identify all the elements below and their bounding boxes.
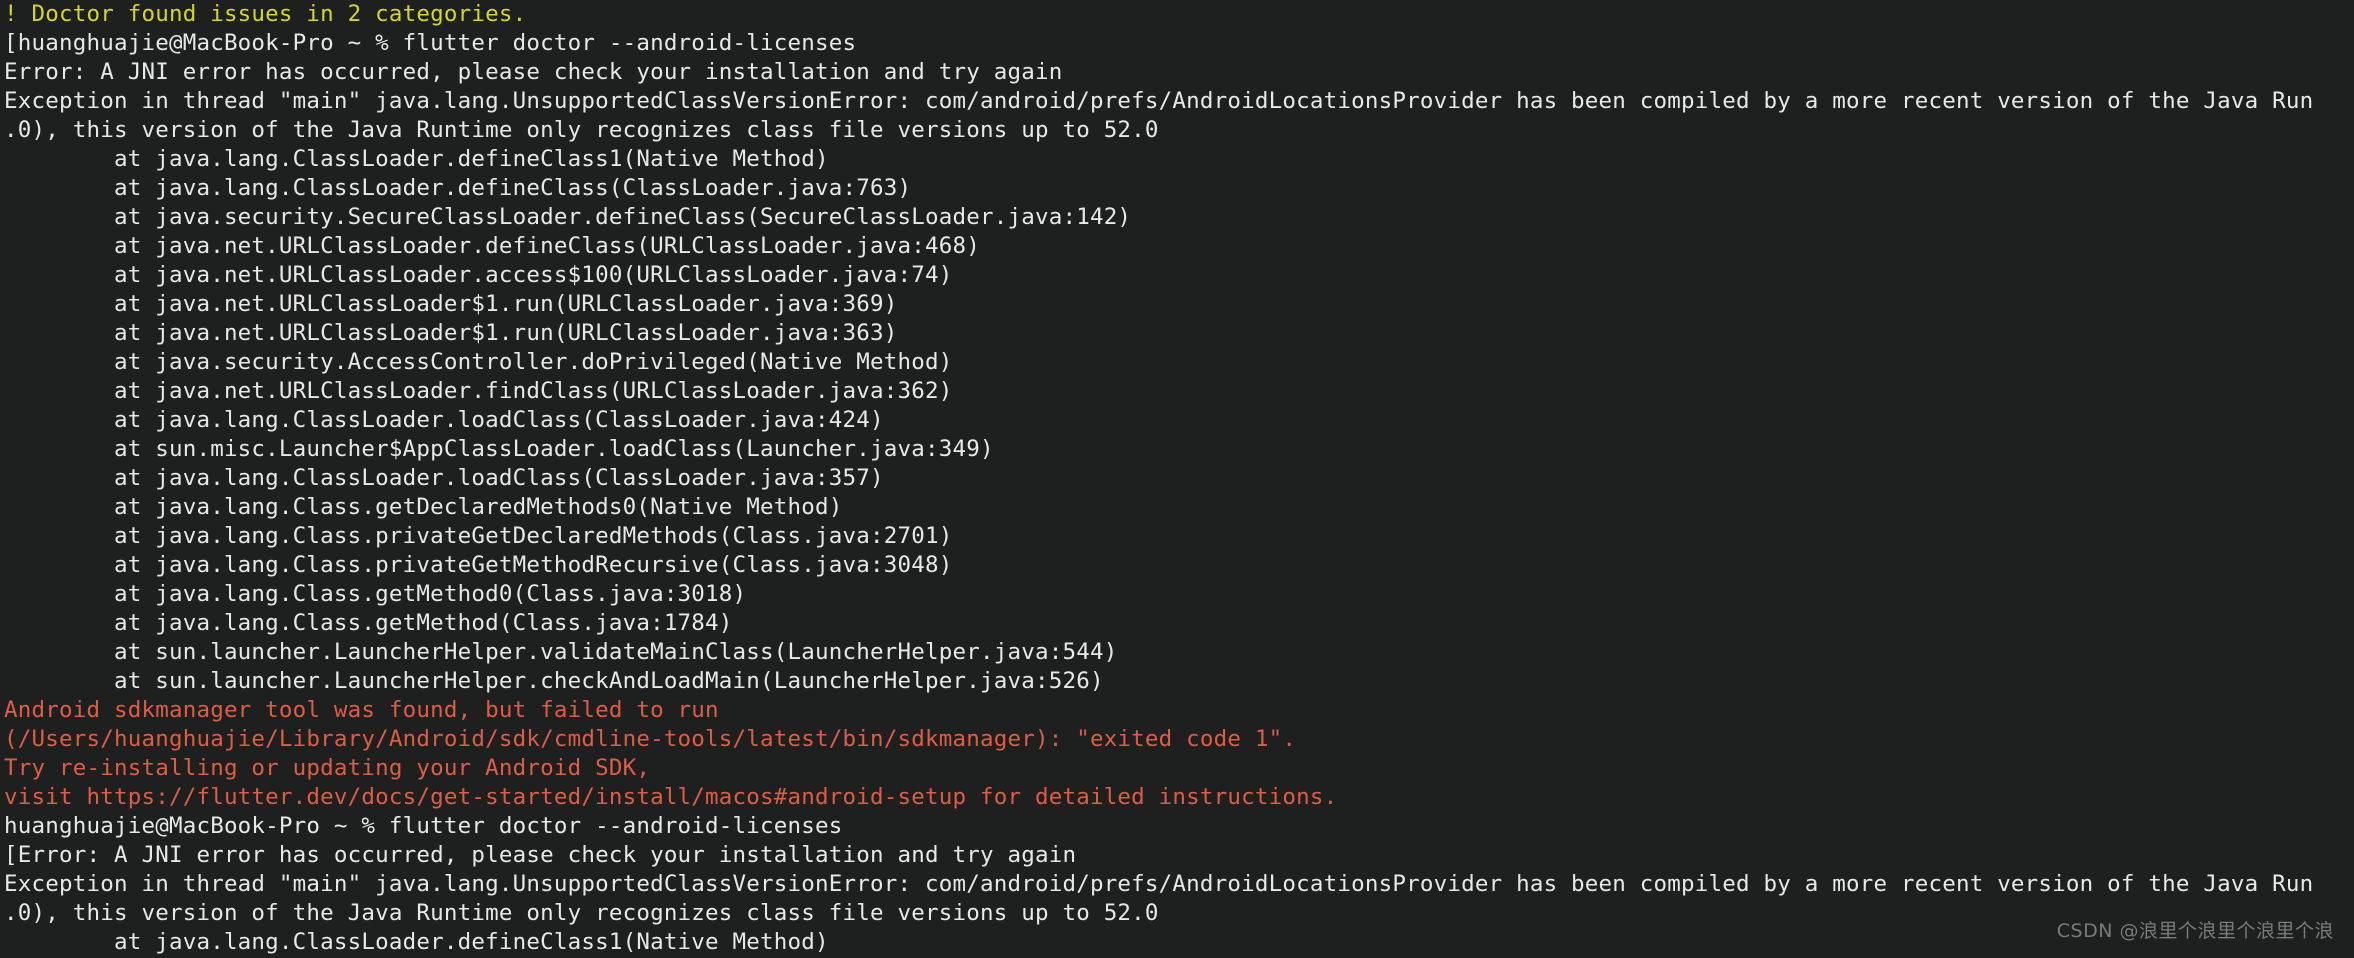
terminal-line: [huanghuajie@MacBook-Pro ~ % flutter doc… — [4, 30, 857, 56]
terminal-line: at java.net.URLClassLoader.defineClass(U… — [4, 233, 980, 259]
terminal-line: at java.net.URLClassLoader.findClass(URL… — [4, 378, 953, 404]
terminal-line: at java.lang.ClassLoader.defineClass(Cla… — [4, 175, 912, 201]
terminal-line: at java.lang.ClassLoader.defineClass1(Na… — [4, 929, 829, 955]
terminal-line: at java.lang.ClassLoader.defineClass1(Na… — [4, 146, 829, 172]
terminal-line: huanghuajie@MacBook-Pro ~ % flutter doct… — [4, 813, 843, 839]
terminal-line: at sun.launcher.LauncherHelper.checkAndL… — [4, 668, 1104, 694]
terminal-line: (/Users/huanghuajie/Library/Android/sdk/… — [4, 726, 1297, 752]
terminal-line: at java.lang.Class.privateGetMethodRecur… — [4, 552, 953, 578]
terminal-line: Try re-installing or updating your Andro… — [4, 755, 651, 781]
terminal-line: Error: A JNI error has occurred, please … — [4, 59, 1063, 85]
terminal-line: at sun.launcher.LauncherHelper.validateM… — [4, 639, 1118, 665]
terminal-line: ! Doctor found issues in 2 categories. — [4, 1, 527, 27]
terminal-line: at java.lang.Class.getDeclaredMethods0(N… — [4, 494, 843, 520]
terminal-line: Android sdkmanager tool was found, but f… — [4, 697, 719, 723]
terminal-line: at java.lang.Class.getMethod(Class.java:… — [4, 610, 733, 636]
terminal-line: at java.lang.Class.getMethod0(Class.java… — [4, 581, 747, 607]
terminal-line: visit https://flutter.dev/docs/get-start… — [4, 784, 1338, 810]
terminal-line: Exception in thread "main" java.lang.Uns… — [4, 88, 2314, 114]
terminal-line: at java.lang.ClassLoader.loadClass(Class… — [4, 407, 884, 433]
terminal-line: at java.net.URLClassLoader$1.run(URLClas… — [4, 291, 898, 317]
terminal-line: Exception in thread "main" java.lang.Uns… — [4, 871, 2314, 897]
terminal-line: .0), this version of the Java Runtime on… — [4, 117, 1159, 143]
terminal-line: [Error: A JNI error has occurred, please… — [4, 842, 1077, 868]
terminal-line: at sun.misc.Launcher$AppClassLoader.load… — [4, 436, 994, 462]
terminal-output: ! Doctor found issues in 2 categories. [h… — [0, 0, 2354, 958]
terminal-line: at java.lang.ClassLoader.loadClass(Class… — [4, 465, 884, 491]
terminal-line: at java.security.SecureClassLoader.defin… — [4, 204, 1132, 230]
terminal-line: at java.lang.Class.privateGetDeclaredMet… — [4, 523, 953, 549]
terminal-line: at java.net.URLClassLoader.access$100(UR… — [4, 262, 953, 288]
terminal-line: .0), this version of the Java Runtime on… — [4, 900, 1159, 926]
terminal-line: at java.security.AccessController.doPriv… — [4, 349, 953, 375]
terminal-line: at java.net.URLClassLoader$1.run(URLClas… — [4, 320, 898, 346]
terminal-window[interactable]: ! Doctor found issues in 2 categories. [h… — [0, 0, 2354, 958]
